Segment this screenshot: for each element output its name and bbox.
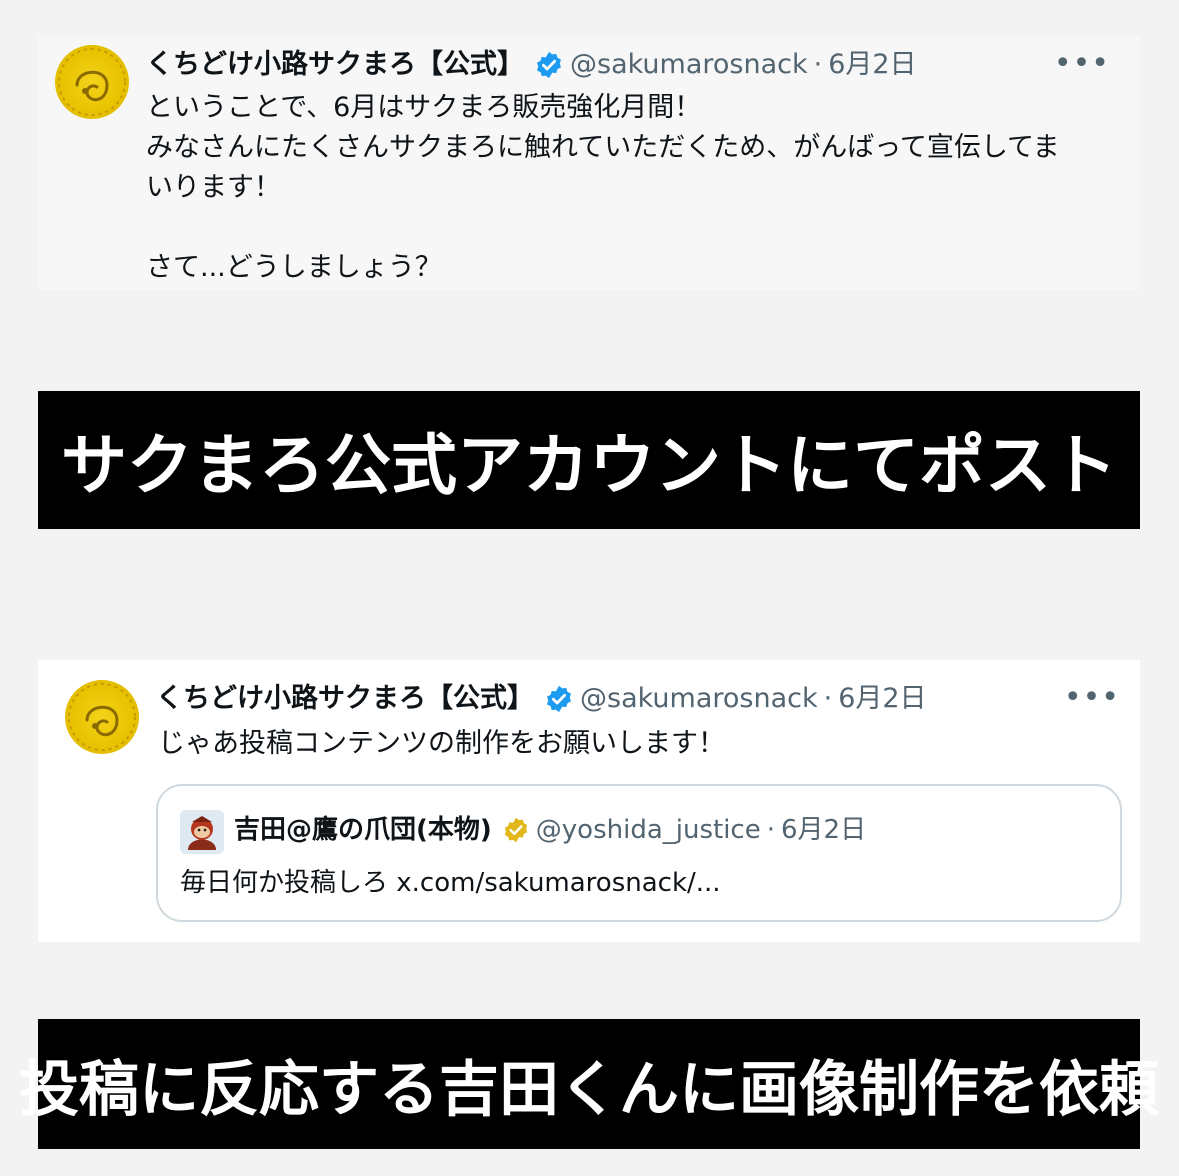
more-options-icon[interactable]: ••• [1064,683,1120,713]
post-date[interactable]: 6月2日 [838,682,926,716]
handle[interactable]: @sakumarosnack [580,682,818,716]
quote-date[interactable]: 6月2日 [781,813,866,847]
tweet-1[interactable]: くちどけ小路サクまろ【公式】 @sakumarosnack · 6月2日 •••… [38,36,1140,290]
verified-badge-gold-icon [502,816,530,844]
yoshida-avatar[interactable] [180,810,224,854]
verified-badge-icon [544,684,574,714]
display-name[interactable]: くちどけ小路サクまろ【公式】 [156,682,534,716]
separator-dot: · [813,49,823,80]
tweet-header: くちどけ小路サクまろ【公式】 @sakumarosnack · 6月2日 [156,682,927,716]
caption-banner-2: 投稿に反応する吉田くんに画像制作を依頼 [19,1019,1159,1149]
separator-dot: · [823,683,833,714]
sakumaro-avatar[interactable] [55,45,129,119]
handle[interactable]: @sakumarosnack [570,48,808,82]
more-options-icon[interactable]: ••• [1054,49,1110,79]
quote-handle[interactable]: @yoshida_justice [536,813,761,847]
quote-header: 吉田@鷹の爪団(本物) @yoshida_justice · 6月2日 [234,813,866,847]
quoted-tweet[interactable]: 吉田@鷹の爪団(本物) @yoshida_justice · 6月2日 毎日何か… [156,784,1122,922]
tweet-text: ということで、6月はサクまろ販売強化月間！ みなさんにたくさんサクまろに触れてい… [146,92,1060,283]
display-name[interactable]: くちどけ小路サクまろ【公式】 [146,48,524,82]
quote-display-name[interactable]: 吉田@鷹の爪団(本物) [234,813,492,847]
caption-banner-1: サクまろ公式アカウントにてポスト [38,391,1140,529]
post-date[interactable]: 6月2日 [828,48,916,82]
verified-badge-icon [534,50,564,80]
separator-dot: · [766,815,775,845]
tweet-header: くちどけ小路サクまろ【公式】 @sakumarosnack · 6月2日 [146,48,917,82]
tweet-2[interactable]: くちどけ小路サクまろ【公式】 @sakumarosnack · 6月2日 •••… [38,660,1140,942]
quote-text: 毎日何か投稿しろ x.com/sakumarosnack/... [180,868,721,898]
sakumaro-avatar[interactable] [65,680,139,754]
tweet-text: じゃあ投稿コンテンツの制作をお願いします！ [158,728,725,759]
